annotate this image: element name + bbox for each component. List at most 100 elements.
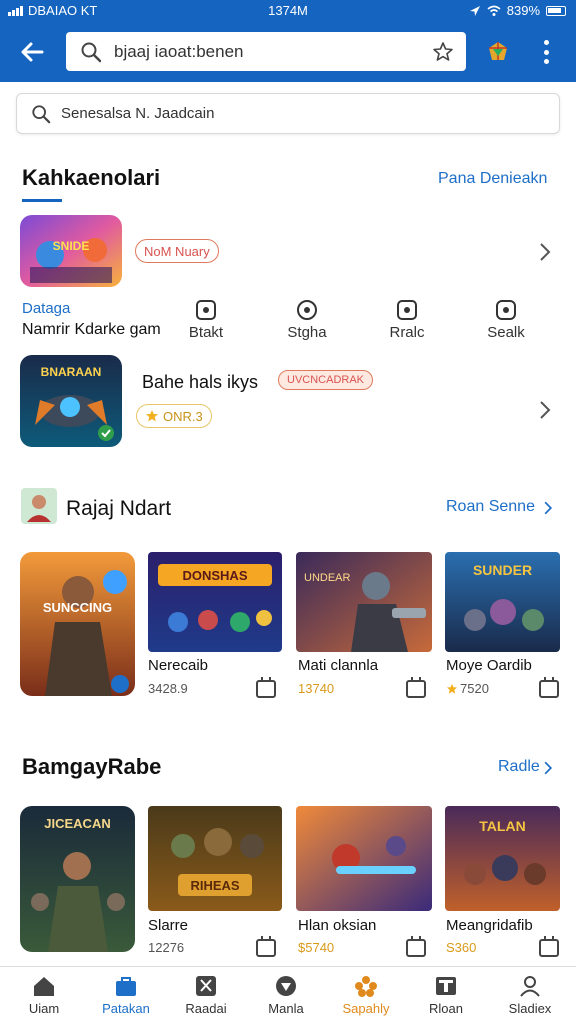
card-price-row: 7520 — [446, 681, 489, 696]
card-price: $5740 — [298, 940, 335, 955]
nav-raadai[interactable]: Raadai — [170, 975, 242, 1016]
game-card-4[interactable]: SUNDER — [445, 552, 560, 652]
battery-text: 839% — [506, 3, 540, 18]
nav-label: Manla — [268, 1001, 304, 1016]
section2-link[interactable]: Roan Senne — [446, 498, 535, 516]
game-card-art-title: JICEACAN — [44, 816, 111, 831]
game-card-art-title: TALAN — [479, 818, 526, 834]
nav-label: Raadai — [185, 1001, 227, 1016]
wifi-icon — [487, 5, 501, 16]
calendar-icon[interactable] — [539, 677, 559, 698]
quick-subtitle: Namrir Kdarke gam — [22, 321, 161, 338]
section2-title: Rajaj Ndart — [66, 497, 172, 520]
card-name: Nerecaib — [148, 657, 209, 674]
calendar-icon[interactable] — [406, 677, 426, 698]
chevron-right-icon[interactable] — [538, 400, 552, 420]
nav-sapahly[interactable]: Sapahly — [330, 975, 402, 1016]
nav-label: Patakan — [102, 1001, 150, 1016]
filter-search-placeholder: Senesalsa N. Jaadcain — [61, 105, 215, 122]
quick-link-label: Rralc — [389, 324, 425, 341]
game-card-8[interactable]: TALAN — [445, 806, 560, 911]
section3-link[interactable]: Radle — [498, 758, 540, 776]
card-name: Meangridafib — [446, 917, 533, 934]
quick-link-2[interactable]: Stgha — [277, 300, 337, 341]
game-tile-title: BNARAAN — [40, 365, 102, 379]
back-arrow-icon[interactable] — [18, 38, 46, 66]
card-name: Hlan oksian — [298, 917, 377, 934]
card-name: Moye Oardib — [446, 657, 532, 674]
nav-store[interactable]: Patakan — [90, 975, 162, 1016]
status-right: 839% — [469, 3, 566, 18]
calendar-icon[interactable] — [406, 936, 426, 957]
game-tile-1[interactable]: SNIDE — [20, 215, 122, 287]
game-card-1[interactable]: SUNCCING — [20, 552, 135, 696]
quick-link-1[interactable]: Btakt — [176, 300, 236, 341]
more-options-icon[interactable] — [540, 40, 552, 64]
star-icon — [446, 683, 458, 694]
quick-title: Dataga — [22, 300, 71, 317]
game-art — [20, 552, 135, 696]
search-bar[interactable]: bjaaj iaoat:benen — [66, 32, 466, 71]
location-icon — [469, 5, 480, 16]
game-card-art-title: SUNDER — [472, 562, 533, 578]
card-name: Slarre — [148, 917, 189, 934]
bottom-nav: Uiam Patakan Raadai Manla Sapahly Rloan … — [0, 966, 576, 1024]
card-name: Mati clannla — [298, 657, 379, 674]
section1-link[interactable]: Pana Denieakn — [438, 170, 547, 188]
card-price: 3428.9 — [148, 681, 188, 696]
quick-link-3[interactable]: Rralc — [377, 300, 437, 341]
section3-title: BamgayRabe — [22, 754, 162, 779]
flower-icon — [355, 976, 377, 997]
game-card-7[interactable] — [296, 806, 432, 911]
nav-profile[interactable]: Sladiex — [494, 975, 566, 1016]
rating-text: ONR.3 — [163, 408, 203, 424]
search-icon — [81, 42, 102, 62]
nav-rloan[interactable]: Rloan — [410, 975, 482, 1016]
nav-home[interactable]: Uiam — [8, 975, 80, 1016]
avatar — [21, 488, 57, 524]
quick-link-4[interactable]: Sealk — [476, 300, 536, 341]
calendar-icon[interactable] — [256, 936, 276, 957]
game-card-2[interactable]: DONSHAS — [148, 552, 282, 652]
game-card-6[interactable]: RIHEAS — [148, 806, 282, 911]
status-bar: DBAIAO KT 1374M 839% — [0, 0, 576, 22]
nav-label: Uiam — [28, 1001, 60, 1016]
card-price: 7520 — [460, 681, 489, 696]
filter-search-input[interactable]: Senesalsa N. Jaadcain — [16, 93, 560, 134]
quick-link-label: Sealk — [487, 324, 525, 341]
search-query[interactable]: bjaaj iaoat:benen — [114, 42, 432, 62]
square-icon — [397, 300, 417, 320]
game-card-5[interactable]: JICEACAN — [20, 806, 135, 952]
card-price: S360 — [446, 940, 477, 955]
card-icon — [436, 977, 456, 995]
chevron-right-icon[interactable] — [538, 242, 552, 262]
quick-link-label: Stgha — [287, 324, 327, 341]
home-icon — [34, 977, 54, 996]
calendar-icon[interactable] — [256, 677, 276, 698]
person-icon — [520, 976, 540, 997]
section1-underline — [22, 199, 62, 202]
new-badge: NoM Nuary — [135, 239, 219, 263]
game-tile-2[interactable]: BNARAAN — [20, 355, 122, 447]
store-icon — [116, 977, 136, 996]
game-art — [148, 552, 282, 652]
star-icon — [146, 410, 158, 422]
game-tile-title: SNIDE — [52, 239, 90, 253]
star-outline-icon[interactable] — [432, 41, 454, 63]
shield-icon — [276, 976, 296, 996]
search-icon — [32, 104, 51, 123]
game-card-art-title: UNDEAR — [304, 572, 351, 584]
nav-manla[interactable]: Manla — [250, 975, 322, 1016]
chevron-right-icon[interactable] — [543, 760, 553, 776]
calendar-icon[interactable] — [539, 936, 559, 957]
game-art — [148, 806, 282, 911]
chevron-right-icon[interactable] — [543, 500, 553, 516]
nav-label: Sapahly — [342, 1001, 390, 1016]
card-price: 13740 — [298, 681, 335, 696]
rating-badge: ONR.3 — [136, 404, 212, 428]
game-card-3[interactable]: UNDEAR — [296, 552, 432, 652]
section1-title: Kahkaenolari — [22, 165, 161, 190]
app-bar: DBAIAO KT 1374M 839% bjaaj iaoat:benen — [0, 0, 576, 82]
gem-icon[interactable] — [486, 40, 510, 64]
square-icon — [496, 300, 516, 320]
